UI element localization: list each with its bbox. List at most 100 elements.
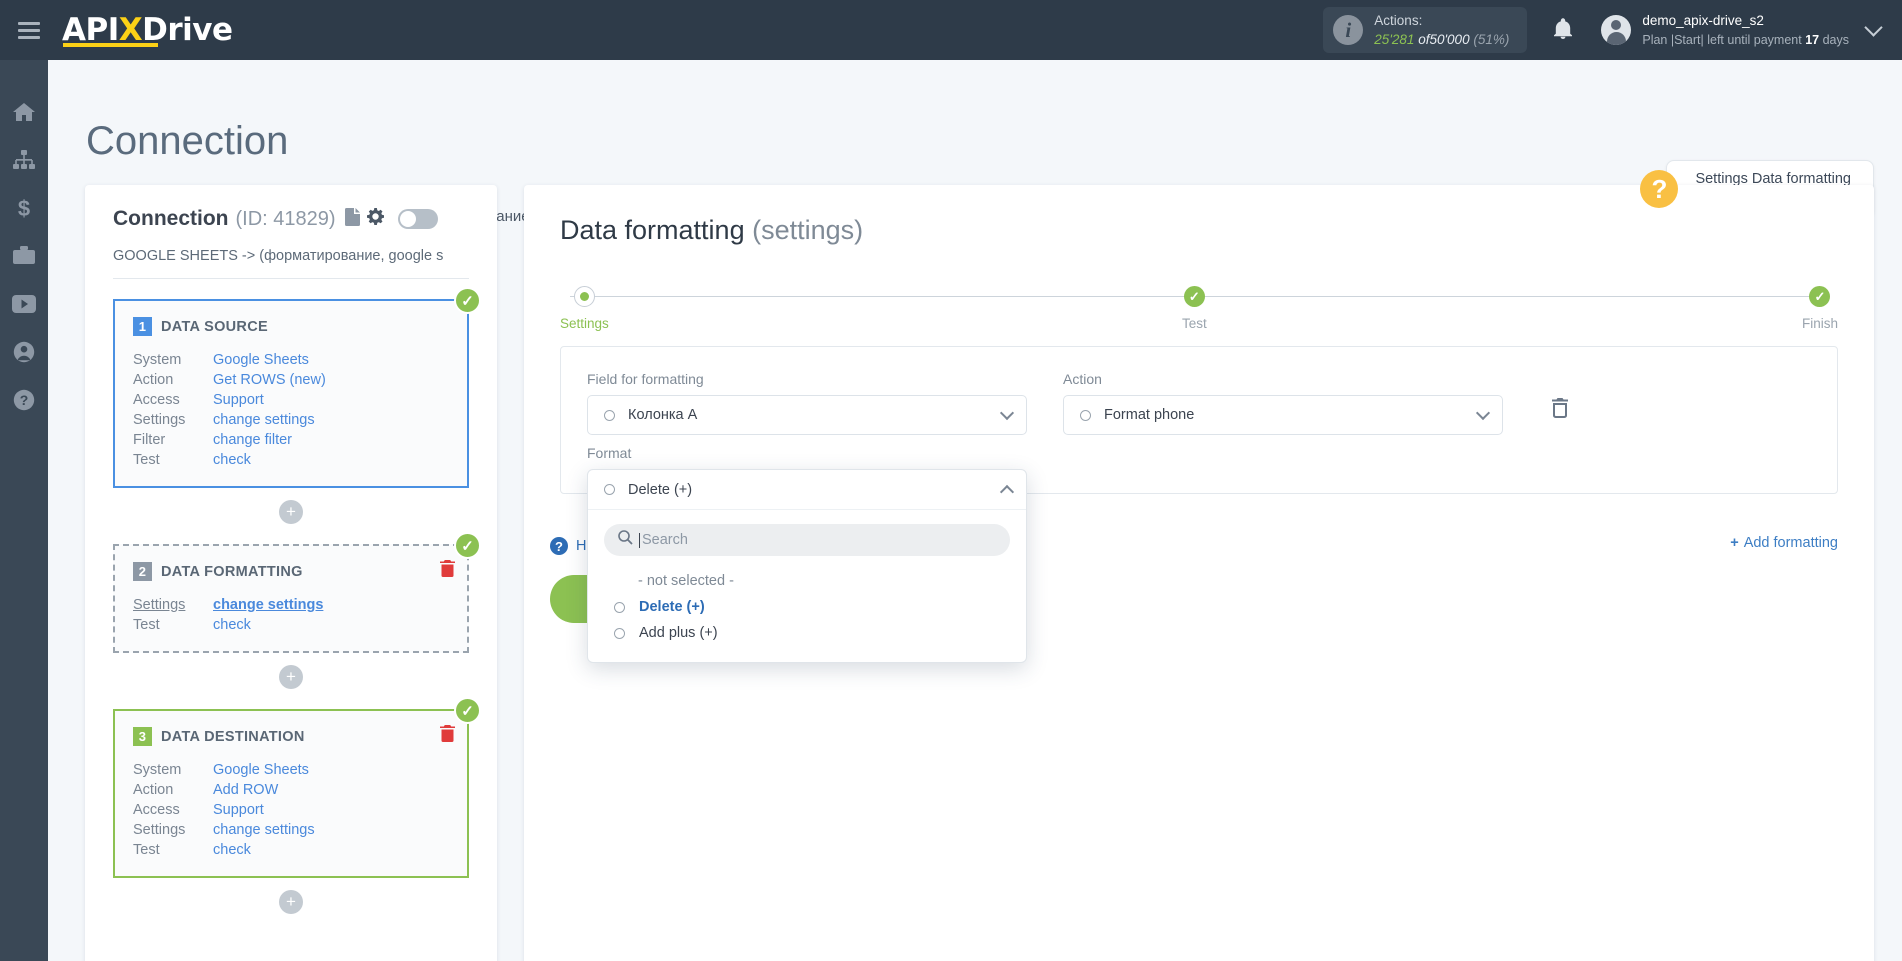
step-number-badge: 2 (133, 562, 152, 581)
row-key: Action (133, 372, 174, 388)
row-value[interactable]: check (213, 615, 251, 635)
connection-enable-toggle[interactable] (397, 209, 438, 229)
row-value[interactable]: change settings (213, 595, 323, 615)
sidebar-item-video[interactable] (0, 282, 48, 330)
connection-name: Connection (113, 207, 229, 230)
status-check-icon: ✓ (454, 532, 481, 559)
block-title-label: DATA SOURCE (161, 318, 268, 335)
stepper-label-finish: Finish (1801, 316, 1838, 331)
add-block-button[interactable]: + (279, 890, 303, 914)
action-select[interactable]: Format phone (1063, 395, 1503, 435)
user-menu[interactable]: demo_apix-drive_s2 Plan |Start| left unt… (1601, 13, 1849, 48)
data-formatting-block[interactable]: ✓ 2 DATA FORMATTING Settings change setti… (113, 532, 481, 653)
home-icon (13, 102, 35, 127)
row-key: Settings (133, 822, 186, 838)
row-value[interactable]: change settings (213, 410, 315, 430)
add-block-button[interactable]: + (279, 500, 303, 524)
row-value[interactable]: Google Sheets (213, 760, 309, 780)
table-row: Test check (133, 840, 449, 860)
row-value[interactable]: check (213, 450, 251, 470)
table-row: Settings change settings (133, 595, 449, 615)
user-plan-suffix: days (1822, 32, 1849, 47)
dropdown-option-label: Delete (+) (639, 599, 705, 615)
format-dropdown-wrap: Format Delete (+) Search - not selected … (587, 445, 1027, 663)
notifications-bell-icon[interactable] (1553, 17, 1573, 44)
row-key: Test (133, 452, 160, 468)
dropdown-search-field[interactable]: Search (604, 524, 1010, 556)
row-value[interactable]: change settings (213, 820, 315, 840)
row-value[interactable]: Get ROWS (new) (213, 370, 326, 390)
add-formatting-link[interactable]: + Add formatting (1730, 535, 1838, 551)
radio-icon (614, 601, 625, 613)
chevron-down-icon[interactable] (1864, 17, 1883, 37)
sidebar-item-help[interactable]: ? (0, 378, 48, 426)
form-title-main: Data formatting (560, 215, 745, 245)
sidebar-item-connections[interactable] (0, 138, 48, 186)
stepper-dot-finish: ✓ (1809, 286, 1831, 307)
document-icon[interactable] (344, 207, 360, 231)
data-source-block[interactable]: ✓ 1 DATA SOURCE System Google Sheets Acti… (113, 287, 481, 488)
actions-quota-box[interactable]: i Actions: 25'281 of50'000 (51%) (1323, 7, 1528, 53)
sitemap-icon (13, 149, 35, 175)
sidebar-item-home[interactable] (0, 90, 48, 138)
data-source-title: 1 DATA SOURCE (133, 317, 449, 336)
delete-formatting-rule-icon[interactable] (1551, 398, 1569, 435)
add-block-button[interactable]: + (279, 665, 303, 689)
sidebar-item-profile[interactable] (0, 330, 48, 378)
row-value[interactable]: Support (213, 390, 264, 410)
add-formatting-label: Add formatting (1743, 535, 1838, 551)
chevron-down-icon (1475, 405, 1491, 420)
page-title: Connection (86, 118, 289, 163)
table-row: Access Support (133, 800, 449, 820)
search-icon (618, 530, 633, 550)
sidebar-item-billing[interactable]: $ (0, 186, 48, 234)
dollar-icon: $ (16, 196, 32, 224)
page-body: Connection Main / Connections / GOOGLE S… (48, 60, 1902, 961)
stepper-step-settings[interactable]: Settings (560, 286, 609, 331)
stepper-step-finish[interactable]: ✓ Finish (1802, 286, 1838, 331)
help-circle-icon: ? (550, 537, 568, 555)
wizard-stepper: Settings ✓ Test ✓ Finish (560, 286, 1838, 342)
format-dropdown-body: Search - not selected - Delete (+) Add p… (588, 510, 1026, 662)
format-dropdown-trigger[interactable]: Delete (+) (588, 470, 1026, 510)
settings-panel: Data formatting (settings) Settings ✓ Te… (524, 185, 1874, 961)
row-key: Access (133, 392, 180, 408)
row-value[interactable]: check (213, 840, 251, 860)
form-title: Data formatting (settings) (560, 215, 1838, 246)
connection-subtitle: GOOGLE SHEETS -> (форматирование, google… (113, 248, 469, 279)
action-value: Format phone (1104, 407, 1195, 423)
dropdown-option-delete-plus[interactable]: Delete (+) (604, 594, 1010, 620)
delete-block-icon[interactable] (440, 560, 455, 582)
logo-underline (63, 43, 158, 47)
row-value[interactable]: change filter (213, 430, 292, 450)
row-value[interactable]: Add ROW (213, 780, 278, 800)
dropdown-option-add-plus[interactable]: Add plus (+) (604, 620, 1010, 646)
stepper-step-test[interactable]: ✓ Test (1182, 286, 1207, 331)
row-key: Test (133, 842, 160, 858)
apixdrive-logo[interactable]: APIXDrive (62, 12, 233, 48)
sidebar-item-business[interactable] (0, 234, 48, 282)
actions-values: 25'281 of50'000 (51%) (1374, 32, 1509, 48)
row-key: System (133, 352, 182, 368)
delete-block-icon[interactable] (440, 725, 455, 747)
data-formatting-title: 2 DATA FORMATTING (133, 562, 449, 581)
data-destination-block[interactable]: ✓ 3 DATA DESTINATION System Google Sheets… (113, 697, 481, 878)
actions-total: 50'000 (1429, 31, 1470, 47)
table-row: System Google Sheets (133, 350, 449, 370)
dropdown-option-not-selected[interactable]: - not selected - (604, 568, 1010, 594)
field-for-formatting-label: Field for formatting (587, 371, 704, 387)
row-value[interactable]: Google Sheets (213, 350, 309, 370)
chevron-up-icon (999, 484, 1015, 499)
gear-icon[interactable] (366, 208, 384, 230)
field-for-formatting-group: Field for formatting Колонка А (587, 371, 1027, 435)
menu-toggle-icon[interactable] (18, 18, 40, 43)
plus-icon: + (1730, 535, 1739, 551)
data-source-rows: System Google Sheets Action Get ROWS (new)… (133, 350, 449, 470)
data-destination-rows: System Google Sheets Action Add ROW Access… (133, 760, 449, 860)
table-row: Settings change settings (133, 820, 449, 840)
help-circle-icon: ? (13, 389, 35, 416)
table-row: Test check (133, 450, 449, 470)
field-for-formatting-select[interactable]: Колонка А (587, 395, 1027, 435)
row-value[interactable]: Support (213, 800, 264, 820)
formatting-rule-row: Field for formatting Колонка А Action Fo… (587, 371, 1811, 435)
